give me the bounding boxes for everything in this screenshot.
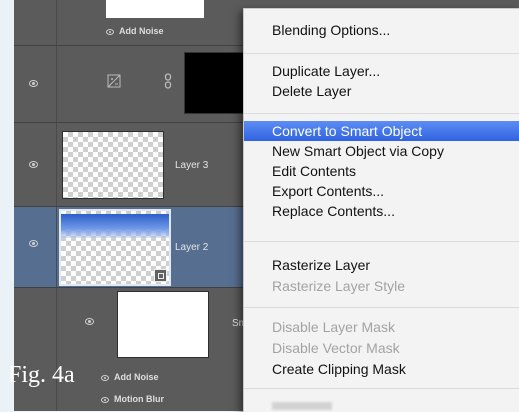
adjustment-layer-icon (107, 74, 121, 88)
figure-caption: Fig. 4a (8, 362, 75, 388)
effect-label: Add Noise (114, 372, 159, 382)
blue-gradient-fill (61, 214, 169, 238)
menu-item-disable-vector-mask: Disable Vector Mask (272, 340, 400, 356)
effect-add-noise[interactable]: Add Noise (106, 26, 164, 36)
eye-gutter (14, 0, 57, 45)
menu-item-cut-off (272, 402, 332, 410)
eye-gutter (14, 207, 57, 287)
menu-item-convert-to-smart-object[interactable]: Convert to Smart Object (244, 121, 519, 141)
menu-item-blending-options[interactable]: Blending Options... (244, 20, 519, 40)
visibility-eye-icon[interactable] (85, 318, 94, 325)
effect-visibility-icon[interactable] (101, 374, 109, 381)
effect-motion-blur[interactable]: Motion Blur (101, 394, 164, 404)
menu-item-replace-contents[interactable]: Replace Contents... (244, 201, 519, 221)
layer-thumbnail (117, 291, 209, 358)
layer-thumbnail (62, 131, 164, 199)
menu-item-export-contents[interactable]: Export Contents... (244, 181, 519, 201)
layer-thumbnail-selected (59, 209, 171, 286)
effect-visibility-icon[interactable] (106, 28, 114, 35)
menu-separator (244, 53, 519, 54)
menu-item-duplicate-layer[interactable]: Duplicate Layer... (244, 61, 519, 81)
visibility-eye-icon[interactable] (29, 240, 38, 247)
smart-object-badge-icon (154, 269, 167, 282)
menu-item-create-clipping-mask[interactable]: Create Clipping Mask (244, 359, 519, 379)
effect-label: Add Noise (119, 26, 164, 36)
effect-label: Motion Blur (114, 394, 164, 404)
menu-item-delete-layer[interactable]: Delete Layer (244, 81, 519, 101)
visibility-eye-icon[interactable] (29, 161, 38, 168)
menu-separator (244, 307, 519, 308)
menu-item-edit-contents[interactable]: Edit Contents (244, 161, 519, 181)
menu-item-rasterize-layer-style: Rasterize Layer Style (272, 278, 406, 294)
effect-visibility-icon[interactable] (101, 396, 109, 403)
layer-name[interactable]: Layer 3 (175, 160, 208, 171)
link-chain-icon[interactable] (164, 73, 172, 89)
menu-separator (244, 113, 519, 114)
layer-thumbnail (106, 0, 204, 18)
menu-separator (244, 388, 519, 389)
menu-separator (244, 241, 519, 242)
eye-gutter (14, 288, 57, 411)
layer-name[interactable]: Layer 2 (175, 242, 208, 253)
effect-add-noise[interactable]: Add Noise (101, 372, 159, 382)
menu-item-disable-layer-mask: Disable Layer Mask (272, 319, 395, 335)
context-menu: Blending Options... Duplicate Layer... D… (243, 8, 519, 412)
menu-item-rasterize-layer[interactable]: Rasterize Layer (244, 255, 519, 275)
visibility-eye-icon[interactable] (29, 80, 38, 87)
menu-item-new-smart-object-via-copy[interactable]: New Smart Object via Copy (244, 141, 519, 161)
